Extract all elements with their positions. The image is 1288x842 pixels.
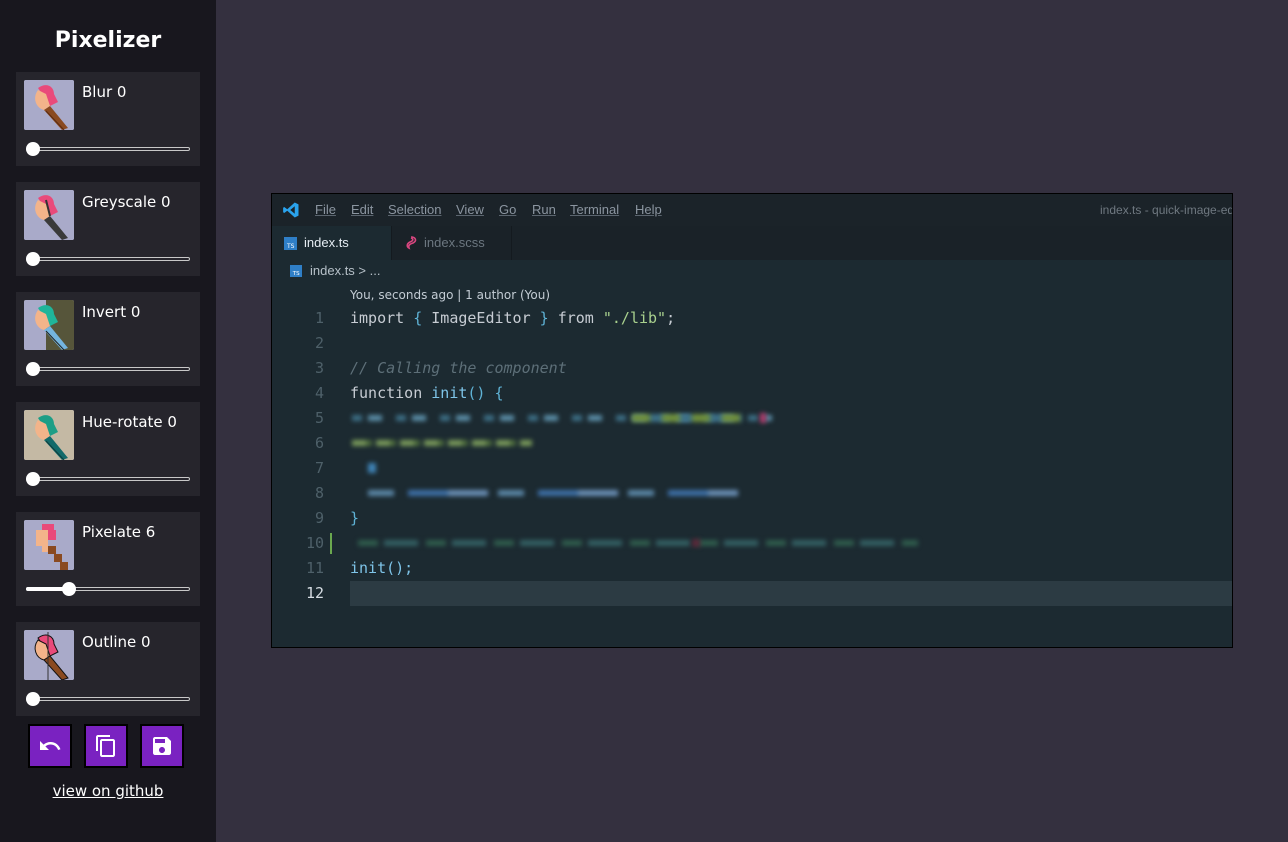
pixelate-slider[interactable] [26,582,190,596]
filter-label: Hue-rotate 0 [82,413,177,431]
code-line: 1 import { ImageEditor } from "./lib"; [314,309,676,327]
filter-label: Blur 0 [82,83,127,101]
code-line: 4 function init() { [314,384,504,402]
code-line-obscured: 6 [272,431,1232,456]
sidebar: Pixelizer Blur 0 Greyscale 0 Invert 0 Hu… [0,0,216,842]
svg-text:TS: TS [286,243,295,250]
filter-card-outline: Outline 0 [16,622,200,716]
brush-icon [24,520,74,570]
code-line: 2 [314,334,324,352]
github-link[interactable]: view on github [0,781,216,801]
filter-card-invert: Invert 0 [16,292,200,386]
typescript-file-icon: TS [290,265,302,277]
slider-handle[interactable] [62,582,76,596]
save-button[interactable] [140,724,184,768]
filter-card-blur: Blur 0 [16,72,200,166]
tab-label: index.scss [424,235,485,250]
filter-card-hue-rotate: Hue-rotate 0 [16,402,200,496]
menu-help: Help [635,202,662,217]
code-line: 9 } [314,509,360,527]
app-title: Pixelizer [54,28,162,53]
tab-label: index.ts [304,235,349,250]
typescript-file-icon: TS [284,237,297,250]
filter-card-greyscale: Greyscale 0 [16,182,200,276]
editor-tabbar: TS index.ts index.scss [272,226,1232,260]
code-line-obscured: 5 [272,406,1232,431]
outline-slider[interactable] [26,692,190,706]
filter-label: Invert 0 [82,303,141,321]
menu-terminal: Terminal [570,202,620,217]
copy-icon [96,735,115,757]
tab-index-scss: index.scss [391,226,512,260]
breadcrumb: TS index.ts > ... [272,260,1232,282]
invert-slider[interactable] [26,362,190,376]
filter-label: Pixelate 6 [82,523,156,541]
vscode-logo-icon [283,202,299,218]
brush-icon [24,190,74,240]
editor-menubar: File Edit Selection View Go Run Terminal… [272,194,1232,226]
code-line: 3 // Calling the component [314,359,567,377]
slider-handle[interactable] [26,252,40,266]
greyscale-slider[interactable] [26,252,190,266]
brush-icon [24,410,74,460]
brush-icon [24,80,74,130]
code-line-obscured: 10 [272,531,1232,556]
code-editor: You, seconds ago | 1 author (You) 1 impo… [272,282,1232,647]
menu-run: Run [532,202,556,217]
slider-handle[interactable] [26,692,40,706]
slider-handle[interactable] [26,362,40,376]
code-line-current: 12 [272,581,1232,606]
hue-rotate-slider[interactable] [26,472,190,486]
menu-edit: Edit [351,202,374,217]
breadcrumb-text: index.ts > ... [310,263,381,278]
code-line-obscured: 8 [272,481,1232,506]
brush-icon [24,630,74,680]
slider-handle[interactable] [26,142,40,156]
menu-file: File [315,202,336,217]
undo-button[interactable] [28,724,72,768]
menu-selection: Selection [388,202,442,217]
filter-label: Outline 0 [82,633,151,651]
svg-text:TS: TS [292,271,300,277]
code-line-obscured: 7 [272,456,1232,481]
tab-index-ts: TS index.ts [272,226,391,260]
undo-icon [40,741,61,750]
git-blame-annotation: You, seconds ago | 1 author (You) [350,288,551,302]
copy-button[interactable] [84,724,128,768]
menu-go: Go [499,202,517,217]
window-title: index.ts - quick-image-ed [1100,203,1233,217]
image-preview: File Edit Selection View Go Run Terminal… [271,193,1233,648]
blur-slider[interactable] [26,142,190,156]
sass-file-icon [406,236,417,250]
brush-icon [24,300,74,350]
menu-view: View [456,202,484,217]
save-icon [153,737,171,755]
filter-label: Greyscale 0 [82,193,171,211]
code-line: 11 init(); [305,559,414,577]
slider-handle[interactable] [26,472,40,486]
filter-card-pixelate: Pixelate 6 [16,512,200,606]
